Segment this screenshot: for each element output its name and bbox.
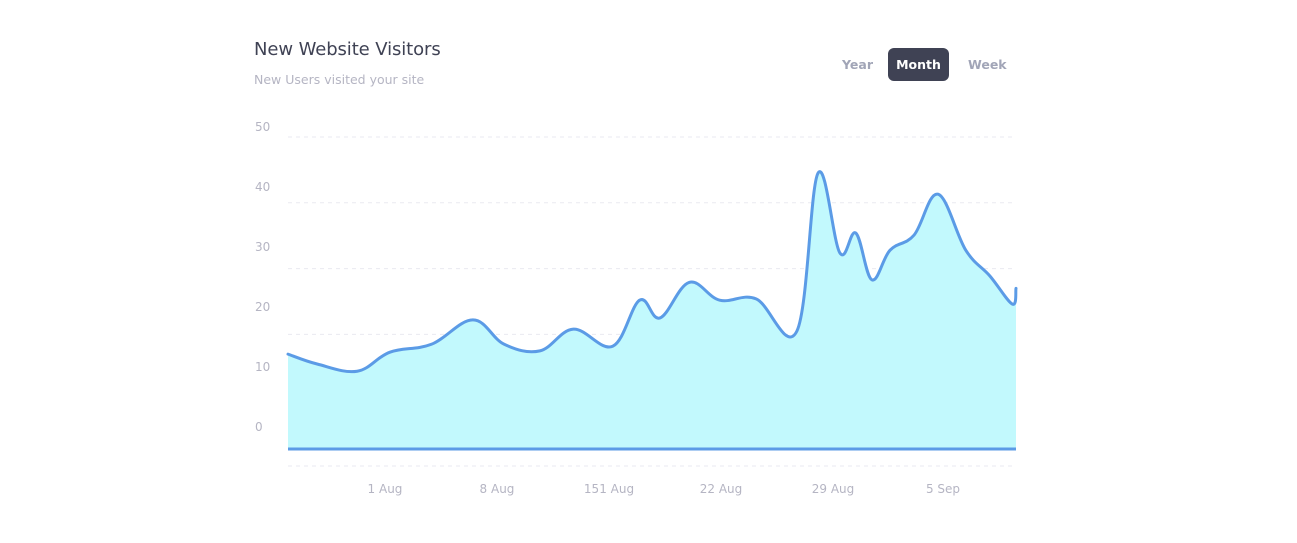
data-point[interactable] [934, 190, 942, 198]
area-chart: 0 10 20 30 40 50 1 Aug 8 Aug 151 Aug 22 Aug 29 Au… [255, 120, 1020, 496]
data-point[interactable] [752, 295, 760, 303]
data-point[interactable] [386, 348, 394, 356]
data-point[interactable] [427, 340, 435, 348]
data-point[interactable] [636, 296, 644, 304]
data-point[interactable] [656, 314, 664, 322]
data-point[interactable] [910, 231, 918, 239]
area-series [284, 169, 1020, 451]
data-point[interactable] [962, 246, 970, 254]
x-tick-label: 151 Aug [584, 482, 634, 496]
data-point[interactable] [852, 229, 860, 237]
data-point[interactable] [284, 350, 292, 358]
y-tick-label: 40 [255, 180, 270, 194]
data-point[interactable] [886, 246, 894, 254]
data-point[interactable] [793, 327, 801, 335]
data-point[interactable] [836, 249, 844, 257]
y-tick-label: 30 [255, 240, 270, 254]
data-point[interactable] [500, 340, 508, 348]
data-point[interactable] [716, 296, 724, 304]
data-point[interactable] [353, 367, 361, 375]
data-point[interactable] [868, 276, 876, 284]
x-tick-label: 8 Aug [480, 482, 515, 496]
x-axis-labels: 1 Aug 8 Aug 151 Aug 22 Aug 29 Aug 5 Sep [368, 482, 960, 496]
x-tick-label: 1 Aug [368, 482, 403, 496]
website-visitors-card: New Website Visitors New Users visited y… [0, 0, 1297, 543]
data-point[interactable] [469, 316, 477, 324]
y-tick-label: 50 [255, 120, 270, 134]
x-tick-label: 5 Sep [926, 482, 960, 496]
x-tick-label: 29 Aug [812, 482, 855, 496]
x-tick-label: 22 Aug [700, 482, 743, 496]
y-axis-labels: 0 10 20 30 40 50 [255, 120, 270, 434]
data-point[interactable] [569, 325, 577, 333]
data-point[interactable] [1012, 284, 1020, 292]
data-point[interactable] [536, 347, 544, 355]
data-point[interactable] [313, 360, 321, 368]
y-tick-label: 0 [255, 420, 263, 434]
data-point[interactable] [986, 272, 994, 280]
y-tick-label: 10 [255, 360, 270, 374]
y-tick-label: 20 [255, 300, 270, 314]
data-point[interactable] [609, 342, 617, 350]
data-point[interactable] [685, 278, 693, 286]
data-point[interactable] [1008, 300, 1016, 308]
data-point[interactable] [814, 169, 822, 177]
